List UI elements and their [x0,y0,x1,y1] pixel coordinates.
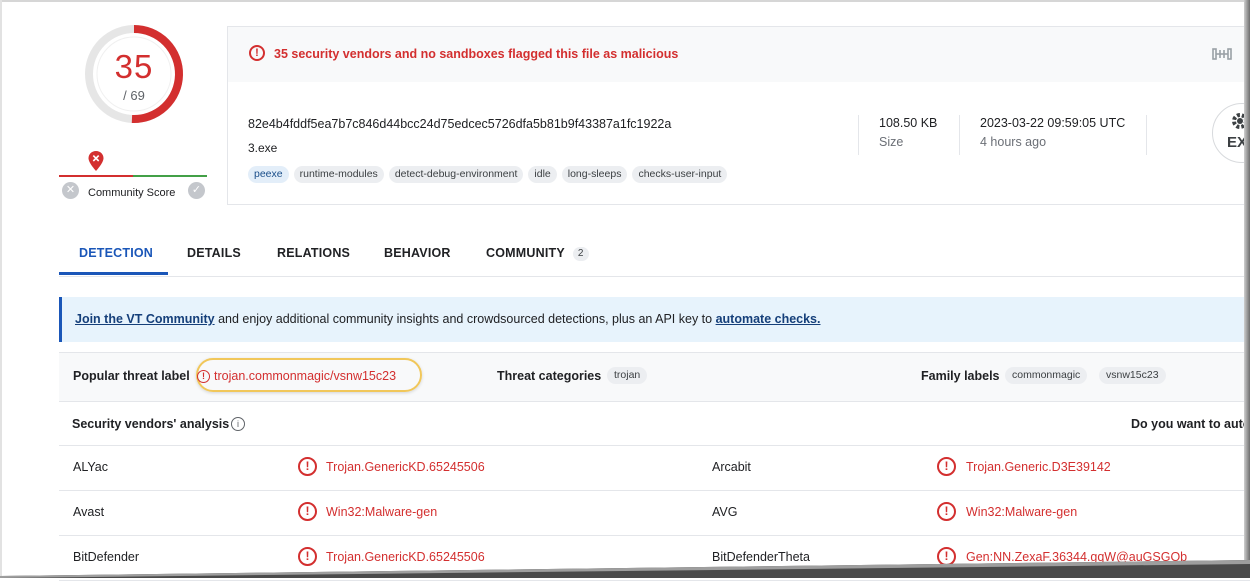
tag-chip[interactable]: runtime-modules [293,166,384,183]
vendor-name: AVG [712,505,738,519]
table-row: Avast ! Win32:Malware-gen AVG ! Win32:Ma… [59,491,1250,536]
detection-alert-icon: ! [937,457,956,476]
detection-alert-icon: ! [937,502,956,521]
vendor-name: Arcabit [712,460,751,474]
alert-icon: ! [249,45,265,61]
community-score-label: Community Score [88,187,176,199]
reanalyze-icon[interactable] [1211,46,1233,62]
analysis-date-relative: 4 hours ago [980,135,1047,149]
vendor-name: BitDefenderTheta [712,550,810,564]
vendor-detection: Trojan.Generic.D3E39142 [966,460,1111,474]
tag-chip[interactable]: peexe [248,166,289,183]
tag-chip[interactable]: checks-user-input [632,166,728,183]
frame-right-edge [1244,0,1250,578]
join-community-link[interactable]: Join the VT Community [75,312,215,326]
vendor-detection: Trojan.GenericKD.65245506 [326,460,485,474]
tab-details[interactable]: DETAILS [187,236,241,274]
vendors-analysis-title: Security vendors' analysis [72,417,230,431]
vendor-detection: Win32:Malware-gen [966,505,1078,519]
vendor-name: BitDefender [73,550,140,564]
tab-behavior[interactable]: BEHAVIOR [384,236,451,274]
popular-threat-label-title: Popular threat label [73,369,190,383]
divider [959,115,960,155]
community-score-bar-positive [133,175,207,177]
family-labels-title: Family labels [921,369,1000,383]
info-icon[interactable]: i [231,417,245,431]
banner-middle-text: and enjoy additional community insights … [214,312,716,326]
tab-community-label: COMMUNITY [486,246,565,260]
threat-alert-icon: ! [197,370,210,383]
vendor-detection: Win32:Malware-gen [326,505,438,519]
tab-detection[interactable]: DETECTION [79,236,153,274]
active-tab-indicator [59,272,168,275]
vendor-name: Avast [73,505,105,519]
analysis-date-value: 2023-03-22 09:59:05 UTC [980,116,1126,130]
family-label-chip[interactable]: commonmagic [1005,367,1088,384]
detection-alert-icon: ! [298,502,317,521]
divider [858,115,859,155]
vendors-analysis-header: Security vendors' analysis i Do you want… [59,407,1250,446]
automate-cta-text[interactable]: Do you want to autor [1131,417,1250,431]
detection-score-gauge: 35 / 69 [84,22,186,126]
threat-category-chip[interactable]: trojan [607,367,648,384]
frame-left-edge [0,0,2,578]
file-size-value: 108.50 KB [879,116,938,130]
tag-chip[interactable]: idle [528,166,557,183]
community-score-bar-negative [59,175,133,177]
automate-checks-link[interactable]: automate checks. [716,312,821,326]
threat-categories-title: Threat categories [497,369,602,383]
summary-alert-header: ! 35 security vendors and no sandboxes f… [228,27,1250,82]
table-row: BitDefender ! Trojan.GenericKD.65245506 … [59,536,1250,581]
join-community-banner: Join the VT Community and enjoy addition… [59,297,1250,342]
divider [1146,115,1147,155]
community-score-marker-icon [88,151,104,171]
detection-alert-text: 35 security vendors and no sandboxes fla… [274,47,679,61]
score-total: / 69 [123,88,145,103]
vendor-detection: Gen:NN.ZexaF.36344.gqW@auGSGOb [966,550,1188,564]
tab-community[interactable]: COMMUNITY 2 [486,236,589,274]
detection-alert-icon: ! [298,547,317,566]
score-detections: 35 [114,48,154,85]
file-tags: peexe runtime-modules detect-debug-envir… [248,166,728,183]
vote-harmful-icon[interactable]: ✕ [62,182,79,199]
detection-alert-icon: ! [298,457,317,476]
threat-summary-row: Popular threat label ! trojan.commonmagi… [59,352,1250,402]
tag-chip[interactable]: detect-debug-environment [388,166,524,183]
report-tabs: DETECTION DETAILS RELATIONS BEHAVIOR COM… [59,236,1250,277]
community-count-badge: 2 [572,247,589,261]
vote-harmless-icon[interactable]: ✓ [188,182,205,199]
frame-top-edge [0,0,1250,2]
family-label-chip[interactable]: vsnw15c23 [1099,367,1166,384]
banner-text: Join the VT Community and enjoy addition… [75,312,821,326]
vendor-detection: Trojan.GenericKD.65245506 [326,550,485,564]
table-row: ALYac ! Trojan.GenericKD.65245506 Arcabi… [59,446,1250,491]
file-summary-card: ! 35 security vendors and no sandboxes f… [227,26,1250,205]
file-name: 3.exe [248,141,278,155]
file-size-label: Size [879,135,904,149]
detection-alert-icon: ! [937,547,956,566]
tag-chip[interactable]: long-sleeps [561,166,628,183]
popular-threat-label-value[interactable]: trojan.commonmagic/vsnw15c23 [214,369,396,383]
tab-relations[interactable]: RELATIONS [277,236,350,274]
vendor-name: ALYac [73,460,108,474]
file-hash[interactable]: 82e4b4fddf5ea7b7c846d44bcc24d75edcec5726… [248,117,671,131]
